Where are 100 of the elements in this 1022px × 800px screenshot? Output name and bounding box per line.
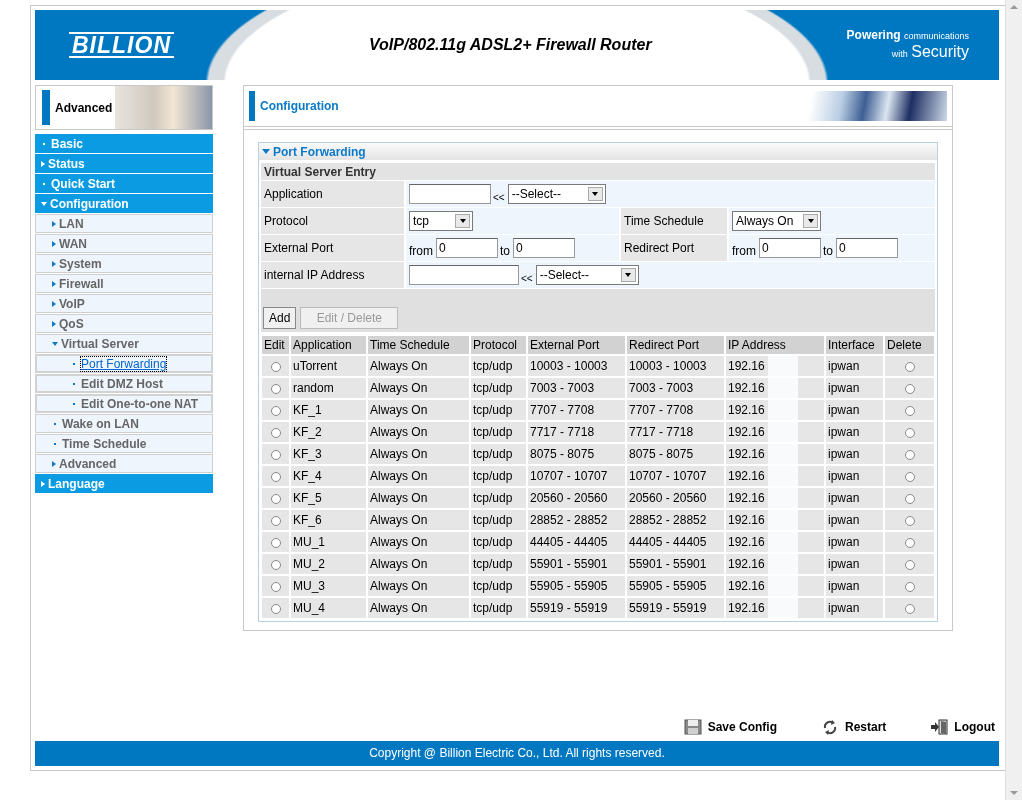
radio-button[interactable] [270,383,281,394]
radio-button[interactable] [270,515,281,526]
radio-button[interactable] [270,405,281,416]
select-dropdown[interactable]: --Select-- [507,184,606,204]
table-cell: Always On [368,510,469,530]
footer-link[interactable]: Logout [930,719,995,735]
table-cell: 55919 - 55919 [627,598,724,618]
table-cell: tcp/udp [471,532,526,552]
section-header[interactable]: Port Forwarding [259,143,937,160]
table-cell: 55901 - 55901 [528,554,625,574]
menu-item[interactable]: Status [35,154,213,173]
table-cell: tcp/udp [471,488,526,508]
action-button[interactable]: Add [263,307,297,329]
table-cell: 7003 - 7003 [627,378,724,398]
table-cell: tcp/udp [471,510,526,530]
radio-button[interactable] [270,581,281,592]
radio-button[interactable] [904,449,915,460]
table-cell: Always On [368,466,469,486]
radio-button[interactable] [904,603,915,614]
menu-item[interactable]: Edit One-to-one NAT [35,394,213,413]
radio-button[interactable] [904,471,915,482]
radio-button[interactable] [270,493,281,504]
table-cell: Always On [368,554,469,574]
table-cell: 10003 - 10003 [627,356,724,376]
radio-button[interactable] [904,515,915,526]
input-field[interactable] [409,265,519,285]
menu-item[interactable]: Language [35,474,213,493]
table-cell: 7003 - 7003 [528,378,625,398]
menu-item[interactable]: Quick Start [35,174,213,193]
redaction-mark [767,466,798,486]
table-cell: KF_5 [291,488,366,508]
radio-button[interactable] [904,559,915,570]
input-field[interactable]: 0 [436,238,498,258]
field-label: Time Schedule [621,208,727,234]
menu-item[interactable]: Configuration [35,194,213,213]
radio-button[interactable] [904,383,915,394]
caret-right-icon [52,460,56,467]
redaction-mark [767,598,798,618]
radio-button[interactable] [904,581,915,592]
input-field[interactable] [409,184,491,204]
redaction-mark [767,554,798,574]
table-cell: 44405 - 44405 [528,532,625,552]
menu-item[interactable]: Time Schedule [35,434,213,453]
table-cell: Always On [368,532,469,552]
radio-button[interactable] [904,427,915,438]
menu-item[interactable]: WAN [35,234,213,253]
input-field[interactable]: 0 [759,238,821,258]
caret-right-icon [52,260,56,267]
radio-button[interactable] [904,537,915,548]
radio-button[interactable] [270,471,281,482]
menu-item[interactable]: System [35,254,213,273]
vertical-scrollbar[interactable] [1005,0,1022,800]
table-cell: 28852 - 28852 [627,510,724,530]
menu-item[interactable]: Basic [35,134,213,153]
menu-item[interactable]: Firewall [35,274,213,293]
menu-item[interactable]: LAN [35,214,213,233]
table-cell: KF_4 [291,466,366,486]
caret-down-icon [41,201,47,206]
caret-right-icon [41,160,45,167]
banner-label: Advanced [54,100,114,115]
select-dropdown[interactable]: tcp [409,211,473,231]
menu-item[interactable]: Port Forwarding [35,354,213,373]
radio-button[interactable] [270,537,281,548]
menu-item[interactable]: Edit DMZ Host [35,374,213,393]
copyright-bar: Copyright @ Billion Electric Co., Ltd. All rights reserved. [35,741,999,766]
redaction-mark [767,400,798,420]
table-cell: tcp/udp [471,576,526,596]
column-header: External Port [528,336,625,354]
radio-button[interactable] [270,559,281,570]
radio-button[interactable] [270,427,281,438]
table-cell: MU_3 [291,576,366,596]
footer-link[interactable]: Restart [821,719,887,735]
radio-button[interactable] [904,361,915,372]
menu-item[interactable]: Advanced [35,454,213,473]
tagline-word: with [891,49,908,59]
radio-button[interactable] [904,405,915,416]
table-cell: MU_1 [291,532,366,552]
input-field[interactable]: 0 [513,238,575,258]
menu-item[interactable]: QoS [35,314,213,333]
menu-item[interactable]: Virtual Server [35,334,213,353]
radio-button[interactable] [904,493,915,504]
menu-item[interactable]: Wake on LAN [35,414,213,433]
footer-link[interactable]: Save Config [683,719,777,735]
table-cell: 10003 - 10003 [528,356,625,376]
select-dropdown[interactable]: Always On [732,211,821,231]
table-cell: 192.16 [728,403,765,417]
menu-item[interactable]: VoIP [35,294,213,313]
redaction-mark [767,532,798,552]
column-header: Time Schedule [368,336,469,354]
radio-button[interactable] [270,603,281,614]
table-cell: ipwan [826,598,883,618]
radio-button[interactable] [270,449,281,460]
radio-button[interactable] [270,361,281,372]
from-label: from [409,244,433,258]
select-dropdown[interactable]: --Select-- [535,265,639,285]
table-cell: Always On [368,488,469,508]
table-cell: 55901 - 55901 [627,554,724,574]
table-cell: Always On [368,598,469,618]
circular-arrows-icon [821,719,839,735]
input-field[interactable]: 0 [836,238,898,258]
